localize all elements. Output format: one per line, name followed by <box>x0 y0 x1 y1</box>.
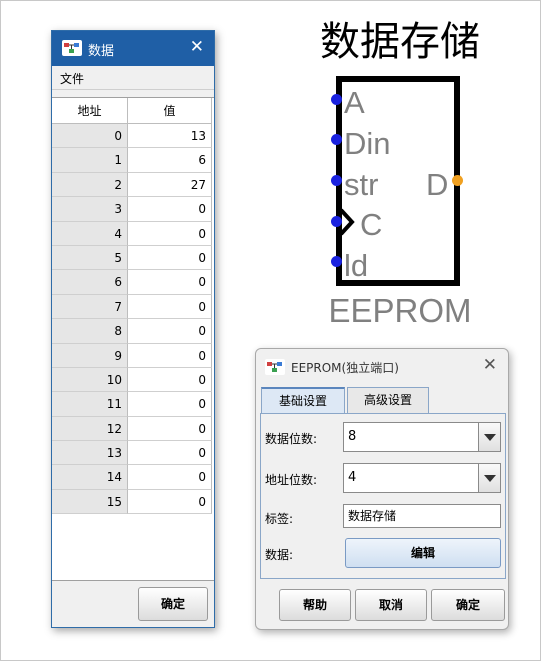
pin-ld-label: ld <box>344 248 369 283</box>
address-cell: 2 <box>52 172 128 198</box>
addr-bits-value: 4 <box>348 470 357 485</box>
table-row[interactable]: 10 0 <box>52 367 214 393</box>
pin-str-label: str <box>344 167 379 202</box>
value-cell[interactable]: 0 <box>128 465 212 490</box>
pin-d-connector[interactable] <box>452 175 463 186</box>
menu-bar: 文件 <box>52 66 214 90</box>
table-row[interactable]: 40 <box>52 221 214 246</box>
ok-button[interactable]: 确定 <box>431 589 505 621</box>
memory-window-title: 数据 <box>88 44 115 59</box>
value-cell[interactable]: 0 <box>128 343 212 368</box>
component-type-label: EEPROM <box>328 292 472 329</box>
address-cell: 8 <box>52 319 128 344</box>
memory-table: 地址 值 0 13 1 6 2 27 3 0 4 0 5 0 6 0 7 0 8 0 9 0 10 0 11 0 12 0 13 0 1… <box>52 97 214 581</box>
close-icon[interactable]: ✕ <box>190 37 204 57</box>
address-cell: 6 <box>52 270 128 295</box>
data-bits-label: 数据位数: <box>265 432 318 446</box>
cancel-button[interactable]: 取消 <box>355 589 427 621</box>
pin-din-connector[interactable] <box>331 134 342 145</box>
pin-a-connector[interactable] <box>331 94 342 105</box>
ok-button[interactable]: 确定 <box>138 587 208 621</box>
help-button[interactable]: 帮助 <box>279 589 351 621</box>
address-cell: 9 <box>52 343 128 368</box>
value-cell[interactable]: 0 <box>128 416 212 442</box>
table-row[interactable]: 15 0 <box>52 489 214 515</box>
address-cell: 0 <box>52 124 128 149</box>
address-cell: 7 <box>52 294 128 320</box>
menu-file[interactable]: 文件 <box>60 70 84 87</box>
label-field-label: 标签: <box>265 512 294 526</box>
value-cell[interactable]: 0 <box>128 441 212 466</box>
value-cell[interactable]: 0 <box>128 367 212 393</box>
pin-din-label: Din <box>344 126 391 161</box>
value-cell[interactable]: 0 <box>128 270 212 295</box>
value-cell[interactable]: 0 <box>128 294 212 320</box>
table-row[interactable]: 16 <box>52 148 214 173</box>
value-cell[interactable]: 6 <box>128 148 212 173</box>
table-body: 0 13 1 6 2 27 3 0 4 0 5 0 6 0 7 0 8 0 9 0 10 0 11 0 12 0 13 0 14 0 15 0 <box>52 124 214 515</box>
settings-panel: 数据位数: 8 地址位数: 4 标签: 数据存储 数据: 编辑 <box>260 413 506 579</box>
table-row[interactable]: 11 0 <box>52 392 214 417</box>
value-cell[interactable]: 0 <box>128 245 212 271</box>
value-cell[interactable]: 0 <box>128 221 212 246</box>
data-bits-value: 8 <box>348 429 357 444</box>
addr-bits-label: 地址位数: <box>265 473 318 487</box>
value-cell[interactable]: 0 <box>128 489 212 515</box>
table-row[interactable]: 50 <box>52 245 214 271</box>
pin-clock-connector[interactable] <box>331 216 342 227</box>
edit-data-button[interactable]: 编辑 <box>345 538 501 568</box>
circuit-app-icon <box>265 359 285 375</box>
address-cell: 13 <box>52 441 128 466</box>
value-cell[interactable]: 0 <box>128 319 212 344</box>
value-cell[interactable]: 13 <box>128 124 212 149</box>
table-row[interactable]: 30 <box>52 197 214 222</box>
table-row[interactable]: 90 <box>52 343 214 368</box>
value-cell[interactable]: 0 <box>128 392 212 417</box>
column-header-value[interactable]: 值 <box>128 98 212 124</box>
close-icon[interactable]: ✕ <box>483 355 497 375</box>
address-cell: 15 <box>52 489 128 515</box>
address-cell: 11 <box>52 392 128 417</box>
address-cell: 10 <box>52 367 128 393</box>
address-cell: 3 <box>52 197 128 222</box>
pin-clock-label: C <box>360 207 383 242</box>
data-bits-select[interactable]: 8 <box>343 422 501 452</box>
pin-d-label: D <box>426 167 449 202</box>
address-cell: 5 <box>52 245 128 271</box>
addr-bits-select[interactable]: 4 <box>343 463 501 493</box>
dialog-tabs: 基础设置 高级设置 <box>260 387 506 413</box>
tab-basic-settings[interactable]: 基础设置 <box>261 387 345 413</box>
table-row[interactable]: 14 0 <box>52 465 214 490</box>
data-field-label: 数据: <box>265 548 294 562</box>
pin-str-connector[interactable] <box>331 175 342 186</box>
table-row[interactable]: 13 0 <box>52 441 214 466</box>
table-row[interactable]: 80 <box>52 319 214 344</box>
address-cell: 14 <box>52 465 128 490</box>
dialog-title: EEPROM(独立端口) <box>291 361 399 375</box>
value-cell[interactable]: 0 <box>128 197 212 222</box>
label-input[interactable]: 数据存储 <box>343 504 501 528</box>
address-cell: 1 <box>52 148 128 173</box>
tab-advanced-settings[interactable]: 高级设置 <box>347 387 429 413</box>
table-row[interactable]: 12 0 <box>52 416 214 442</box>
memory-window-titlebar[interactable]: 数据 ✕ <box>52 31 214 66</box>
address-cell: 12 <box>52 416 128 442</box>
component-label: 数据存储 <box>320 19 480 65</box>
value-cell[interactable]: 27 <box>128 172 212 198</box>
circuit-app-icon <box>62 40 82 56</box>
table-row[interactable]: 2 27 <box>52 172 214 198</box>
table-row[interactable]: 0 13 <box>52 124 214 149</box>
chevron-down-icon[interactable] <box>478 423 500 451</box>
pin-a-label: A <box>344 85 365 120</box>
table-row[interactable]: 70 <box>52 294 214 320</box>
memory-window: 数据 ✕ 文件 地址 值 0 13 1 6 2 27 3 0 4 0 5 0 6 0 7 0 8 0 9 0 10 0 11… <box>51 30 215 628</box>
pin-ld-connector[interactable] <box>331 256 342 267</box>
table-header: 地址 值 <box>52 98 214 124</box>
properties-dialog: EEPROM(独立端口) ✕ 基础设置 高级设置 数据位数: 8 地址位数: 4… <box>255 348 509 630</box>
chevron-down-icon[interactable] <box>478 464 500 492</box>
dialog-titlebar[interactable]: EEPROM(独立端口) ✕ <box>256 349 508 383</box>
address-cell: 4 <box>52 221 128 246</box>
table-row[interactable]: 60 <box>52 270 214 295</box>
column-header-address[interactable]: 地址 <box>52 98 128 124</box>
